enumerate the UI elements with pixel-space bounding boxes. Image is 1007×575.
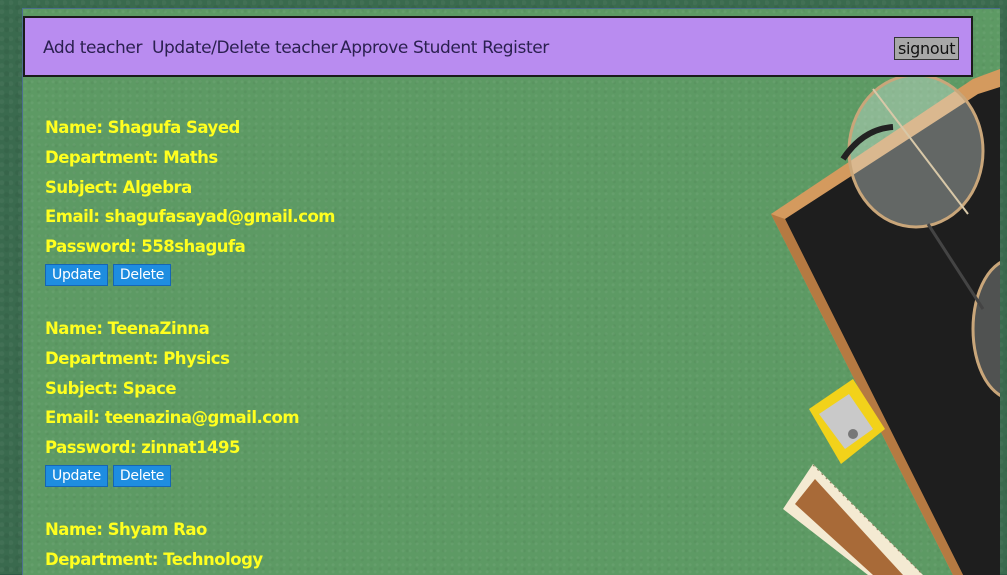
teacher-name: Name: Shagufa Sayed <box>45 118 240 137</box>
teacher-email: Email: teenazina@gmail.com <box>45 408 300 428</box>
update-button[interactable]: Update <box>45 263 108 286</box>
teacher-password: Password: 558shagufa <box>45 237 246 257</box>
delete-button[interactable]: Delete <box>112 263 172 286</box>
teacher-card: Name: Shyam Rao Department: Technology <box>45 515 263 575</box>
teacher-subject: Subject: Algebra <box>45 177 192 197</box>
teacher-actions: Update Delete <box>45 464 299 489</box>
page-content: Add teacher Update/Delete teacher Approv… <box>22 8 1000 575</box>
top-navbar: Add teacher Update/Delete teacher Approv… <box>23 16 973 77</box>
teacher-password: Password: zinnat1495 <box>45 438 241 458</box>
teacher-department: Department: Technology <box>45 549 263 569</box>
teacher-department: Department: Maths <box>45 147 218 167</box>
delete-button[interactable]: Delete <box>112 464 172 487</box>
desk-illustration <box>771 69 1000 575</box>
teacher-subject: Subject: Space <box>45 378 177 398</box>
teacher-card: Name: TeenaZinna Department: Physics Sub… <box>45 314 300 489</box>
nav-update-delete-teacher-link[interactable]: Update/Delete teacher <box>152 38 338 58</box>
nav-approve-student-register-link[interactable]: Approve Student Register <box>340 38 549 58</box>
teacher-name: Name: TeenaZinna <box>45 319 210 338</box>
nav-add-teacher-link[interactable]: Add teacher <box>43 38 142 58</box>
teacher-email: Email: shagufasayad@gmail.com <box>45 207 336 227</box>
teacher-actions: Update Delete <box>45 263 335 288</box>
ruler-icon <box>783 464 924 575</box>
teacher-card: Name: Shagufa Sayed Department: Maths Su… <box>45 113 336 288</box>
update-button[interactable]: Update <box>45 464 108 487</box>
teacher-department: Department: Physics <box>45 348 230 368</box>
teacher-name: Name: Shyam Rao <box>45 520 207 539</box>
signout-button[interactable]: signout <box>894 37 960 60</box>
